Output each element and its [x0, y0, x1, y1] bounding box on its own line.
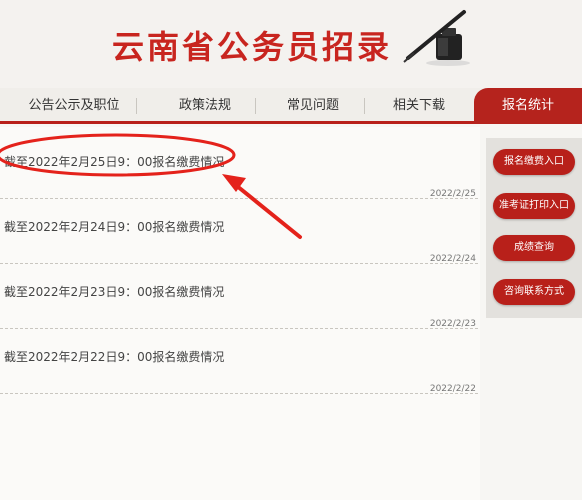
registration-payment-button[interactable]: 报名缴费入口: [493, 149, 575, 175]
nav-divider: [364, 98, 365, 114]
nav-item-faq[interactable]: 常见问题: [268, 88, 358, 124]
nav-divider: [255, 98, 256, 114]
news-title[interactable]: 截至2022年2月22日9：00报名缴费情况: [4, 348, 224, 365]
list-item[interactable]: 截至2022年2月25日9：00报名缴费情况 2022/2/25: [0, 135, 478, 199]
main-nav: 公告公示及职位 政策法规 常见问题 相关下载 报名统计: [0, 88, 582, 124]
news-title[interactable]: 截至2022年2月25日9：00报名缴费情况: [4, 153, 224, 170]
news-date: 2022/2/23: [429, 319, 476, 329]
admission-ticket-print-button[interactable]: 准考证打印入口: [493, 193, 575, 219]
news-date: 2022/2/24: [429, 254, 476, 264]
nav-item-registration-stats[interactable]: 报名统计: [474, 88, 582, 124]
list-item[interactable]: 截至2022年2月23日9：00报名缴费情况 2022/2/23: [0, 265, 478, 329]
contact-info-button[interactable]: 咨询联系方式: [493, 279, 575, 305]
news-title[interactable]: 截至2022年2月23日9：00报名缴费情况: [4, 283, 224, 300]
list-item[interactable]: 截至2022年2月24日9：00报名缴费情况 2022/2/24: [0, 200, 478, 264]
site-header: 云南省公务员招录: [0, 0, 582, 88]
news-date: 2022/2/22: [429, 384, 476, 394]
score-query-button[interactable]: 成绩查询: [493, 235, 575, 261]
news-date: 2022/2/25: [429, 189, 476, 199]
nav-divider: [136, 98, 137, 114]
nav-item-announcements[interactable]: 公告公示及职位: [18, 88, 130, 124]
news-title[interactable]: 截至2022年2月24日9：00报名缴费情况: [4, 218, 224, 235]
nav-item-downloads[interactable]: 相关下载: [374, 88, 464, 124]
list-item[interactable]: 截至2022年2月22日9：00报名缴费情况 2022/2/22: [0, 330, 478, 394]
nav-item-policies[interactable]: 政策法规: [160, 88, 250, 124]
site-title: 云南省公务员招录: [112, 28, 393, 66]
ink-pen-icon: [403, 10, 470, 66]
news-list: 截至2022年2月25日9：00报名缴费情况 2022/2/25 截至2022年…: [0, 127, 480, 500]
quick-links-sidebar: 报名缴费入口 准考证打印入口 成绩查询 咨询联系方式: [486, 138, 582, 318]
